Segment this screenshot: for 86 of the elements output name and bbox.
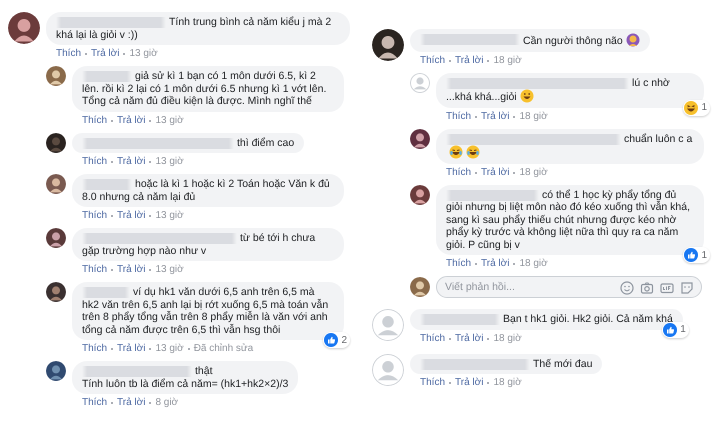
- reply-link[interactable]: Trả lời: [455, 332, 484, 344]
- like-link[interactable]: Thích: [82, 264, 108, 276]
- like-link[interactable]: Thích: [82, 343, 108, 355]
- like-link[interactable]: Thích: [56, 48, 82, 60]
- avatar: [46, 174, 66, 194]
- reply-link[interactable]: Trả lời: [117, 397, 146, 409]
- like-icon: [324, 333, 338, 347]
- reply-link[interactable]: Trả lời: [91, 48, 120, 60]
- timestamp: 13 giờ: [155, 343, 184, 355]
- camera-icon: [640, 281, 654, 295]
- timestamp: 18 giờ: [493, 377, 522, 389]
- reaction-count: 1: [701, 102, 707, 113]
- like-link[interactable]: Thích: [82, 397, 108, 409]
- timestamp: 13 giờ: [155, 114, 184, 126]
- reaction-badge[interactable]: 1: [662, 322, 689, 338]
- like-link[interactable]: Thích: [82, 156, 108, 168]
- avatar: [372, 29, 404, 61]
- reaction-count: 1: [680, 324, 686, 335]
- comment-text: Thế mới đau: [532, 358, 592, 370]
- reply-link[interactable]: Trả lời: [117, 114, 146, 126]
- comment-text: lú c nhờ ...khá khá...giỏi: [446, 76, 671, 104]
- timestamp: 13 giờ: [155, 156, 184, 168]
- sticker-icon: [680, 281, 694, 295]
- default-avatar-icon: [410, 72, 430, 92]
- reaction-count: 1: [701, 250, 707, 260]
- timestamp: 8 giờ: [155, 397, 178, 409]
- emoji-icon: [620, 281, 634, 295]
- comment-text: Tính luôn tb là điểm cả năm= (hk1+hk2×2)/3: [82, 378, 288, 390]
- reaction-badge[interactable]: 1: [683, 100, 710, 116]
- timestamp: 13 giờ: [155, 210, 184, 222]
- timestamp: 18 giờ: [493, 332, 522, 344]
- comment-text: giả sử kì 1 bạn có 1 môn dưới 6.5, kì 2 lên. rồi kì 2 lại có 1 môn dưới 6.5 nhưng kì 1 vớt lên. Tổng cả năm đủ điều kiện là được. Mình nghĩ thế: [82, 70, 328, 108]
- reaction-badge[interactable]: 1: [683, 247, 710, 263]
- reply-link[interactable]: Trả lời: [455, 54, 484, 66]
- avatar: [46, 132, 66, 152]
- comment-text: Cần người thông não: [420, 33, 640, 48]
- like-icon: [663, 322, 678, 336]
- timestamp: 13 giờ: [129, 48, 158, 60]
- like-link[interactable]: Thích: [82, 114, 108, 126]
- avatar: [410, 277, 430, 297]
- comment-text: chuẩn luôn c a: [446, 132, 694, 160]
- gif-icon: [660, 281, 674, 295]
- reply-link[interactable]: Trả lời: [481, 258, 510, 270]
- avatar: [46, 66, 66, 86]
- reply-link[interactable]: Trả lời: [455, 377, 484, 389]
- like-link[interactable]: Thích: [446, 110, 472, 122]
- reaction-badge[interactable]: 2: [323, 332, 350, 348]
- like-link[interactable]: Thích: [82, 210, 108, 222]
- reply-field[interactable]: Viết phản hồi...: [436, 276, 702, 298]
- like-icon: [684, 248, 698, 262]
- like-link[interactable]: Thích: [446, 166, 472, 178]
- timestamp: 13 giờ: [155, 264, 184, 276]
- default-avatar-icon: [372, 354, 404, 386]
- avatar: [8, 12, 40, 44]
- person-emoji-icon: [626, 33, 640, 47]
- haha-icon: [684, 100, 698, 114]
- comment-text: hoặc là kì 1 hoặc kì 2 Toán hoặc Văn k đủ 8.0 nhưng cả năm lại đủ: [82, 178, 331, 203]
- reply-link[interactable]: Trả lời: [117, 210, 146, 222]
- reaction-count: 2: [341, 334, 347, 346]
- reply-link[interactable]: Trả lời: [117, 343, 146, 355]
- reply-link[interactable]: Trả lời: [481, 110, 510, 122]
- comment-text: từ bé tới h chưa gặp trường hợp nào như v: [82, 232, 316, 257]
- timestamp: 18 giờ: [519, 258, 548, 270]
- reply-link[interactable]: Trả lời: [117, 156, 146, 168]
- comment-text: thì điểm cao: [236, 136, 294, 149]
- laughing-face-icon: [466, 145, 480, 159]
- like-link[interactable]: Thích: [420, 54, 446, 66]
- like-link[interactable]: Thích: [420, 377, 446, 389]
- timestamp: 18 giờ: [519, 110, 548, 122]
- reply-link[interactable]: Trả lời: [117, 264, 146, 276]
- comment-text: Tính trung bình cả năm kiểu j mà 2 khá lại là giỏi v :)): [56, 16, 332, 41]
- avatar: [46, 282, 66, 302]
- like-link[interactable]: Thích: [446, 258, 472, 270]
- default-avatar-icon: [372, 309, 404, 341]
- avatar: [46, 361, 66, 381]
- grinning-face-icon: [520, 89, 534, 103]
- comment-text: thật: [194, 365, 214, 378]
- timestamp: 18 giờ: [519, 166, 548, 178]
- timestamp: 18 giờ: [493, 54, 522, 66]
- like-link[interactable]: Thích: [420, 332, 446, 344]
- avatar: [410, 128, 430, 148]
- reply-link[interactable]: Trả lời: [481, 166, 510, 178]
- avatar: [410, 184, 430, 204]
- edited-label[interactable]: Đã chỉnh sửa: [194, 343, 254, 355]
- laughing-face-icon: [449, 145, 463, 159]
- avatar: [46, 228, 66, 248]
